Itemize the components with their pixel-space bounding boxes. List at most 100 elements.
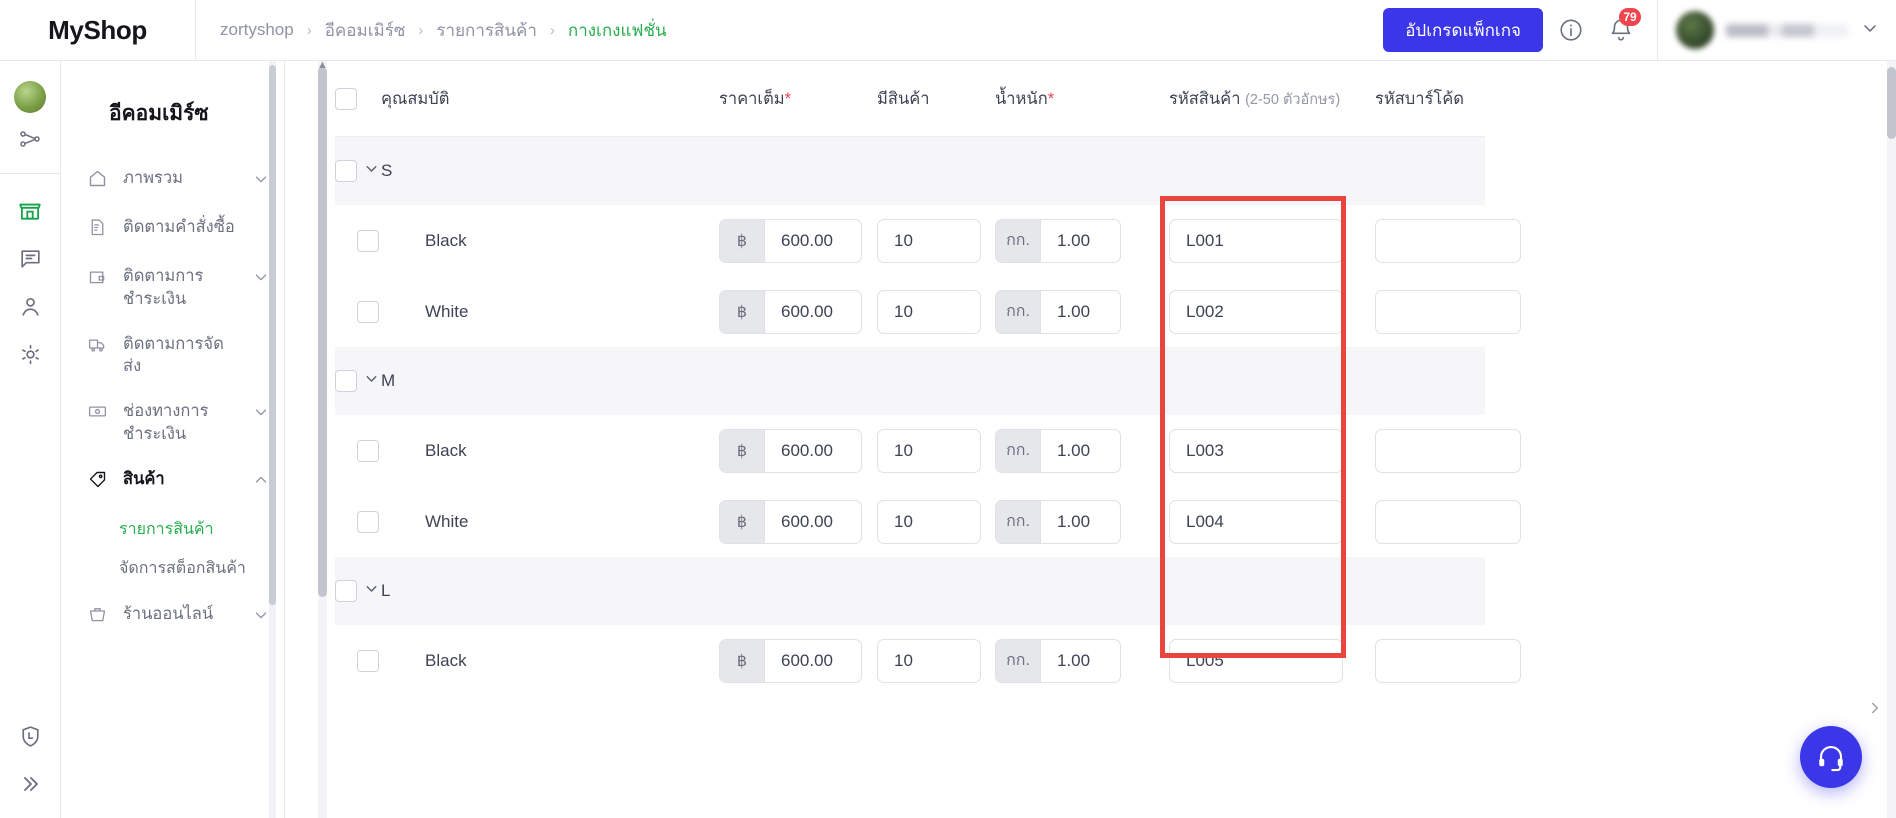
row-checkbox[interactable] [357, 510, 379, 533]
shuffle-icon[interactable] [8, 117, 52, 161]
sku-input[interactable]: L003 [1169, 428, 1343, 473]
sidebar-item-products[interactable]: สินค้า [61, 457, 284, 506]
price-input[interactable]: ฿ 600.00 [719, 638, 862, 683]
barcode-input[interactable] [1375, 638, 1521, 683]
row-checkbox[interactable] [357, 300, 379, 323]
stock-input[interactable]: 10 [877, 638, 981, 683]
column-header-sku-label: รหัสสินค้า [1169, 89, 1241, 108]
chevron-down-icon[interactable] [363, 580, 380, 602]
page-scrollbar-track[interactable] [1887, 61, 1896, 818]
barcode-input[interactable] [1375, 289, 1521, 334]
breadcrumb-separator-icon: › [549, 21, 555, 39]
info-circle-icon[interactable] [1549, 8, 1593, 52]
page-scrollbar-thumb[interactable] [1887, 67, 1896, 139]
price-value: 600.00 [781, 230, 833, 250]
weight-value: 1.00 [1057, 650, 1091, 670]
stock-cell: 10 [877, 638, 995, 683]
group-checkbox[interactable] [335, 370, 357, 392]
weight-value: 1.00 [1057, 230, 1091, 250]
group-checkbox[interactable] [335, 580, 357, 602]
variant-name: White [425, 511, 469, 531]
chevron-down-icon[interactable] [363, 370, 380, 392]
barcode-input[interactable] [1375, 428, 1521, 473]
price-value: 600.00 [781, 440, 833, 460]
sku-input[interactable]: L001 [1169, 218, 1343, 263]
sidebar-item-shipping-tracking[interactable]: ติดตามการจัดส่ง [61, 322, 284, 390]
weight-input[interactable]: กก. 1.00 [995, 218, 1121, 263]
stock-input[interactable]: 10 [877, 289, 981, 334]
weight-unit-addon: กก. [996, 290, 1041, 333]
weight-input[interactable]: กก. 1.00 [995, 428, 1121, 473]
weight-value: 1.00 [1057, 301, 1091, 321]
price-input[interactable]: ฿ 600.00 [719, 428, 862, 473]
store-icon[interactable] [8, 188, 52, 232]
chevron-down-icon[interactable] [252, 268, 270, 291]
breadcrumb-item-1[interactable]: อีคอมเมิร์ซ [325, 17, 406, 44]
sidebar-subitem-product-list[interactable]: รายการสินค้า [119, 510, 284, 549]
chevron-down-icon[interactable] [363, 160, 380, 182]
chevron-down-icon[interactable] [252, 606, 270, 629]
price-input[interactable]: ฿ 600.00 [719, 499, 862, 544]
stock-input[interactable]: 10 [877, 428, 981, 473]
sku-input[interactable]: L005 [1169, 638, 1343, 683]
user-menu[interactable] [1657, 0, 1896, 61]
expand-right-icon[interactable] [8, 762, 52, 806]
sidebar-item-payment-tracking[interactable]: ติดตามการชำระเงิน [61, 254, 284, 322]
variant-group-row: L [335, 557, 1485, 625]
barcode-input[interactable] [1375, 499, 1521, 544]
order-doc-icon [87, 217, 109, 243]
breadcrumb-item-current: กางเกงแฟชั่น [567, 20, 667, 40]
weight-input[interactable]: กก. 1.00 [995, 638, 1121, 683]
variant-name: Black [425, 650, 467, 670]
chevron-down-icon[interactable] [252, 170, 270, 193]
select-all-checkbox[interactable] [335, 87, 357, 110]
support-chat-button[interactable] [1800, 726, 1862, 788]
sidebar-item-label: สินค้า [123, 469, 165, 488]
sku-input[interactable]: L002 [1169, 289, 1343, 334]
chevron-down-icon[interactable] [252, 403, 270, 426]
column-header-weight: น้ำหนัก* [995, 86, 1169, 112]
brand-logo[interactable]: MyShop [0, 0, 196, 61]
sidebar-item-online-store[interactable]: ร้านออนไลน์ [61, 592, 284, 641]
scroll-up-arrow-icon[interactable]: ▲ [317, 61, 328, 71]
avatar[interactable] [14, 81, 46, 113]
sidebar-item-payment-channels[interactable]: ช่องทางการชำระเงิน [61, 389, 284, 457]
stock-input[interactable]: 10 [877, 218, 981, 263]
row-checkbox[interactable] [357, 439, 379, 462]
breadcrumb-item-0[interactable]: zortyshop [220, 20, 294, 40]
stock-value: 10 [894, 440, 913, 460]
group-name: M [381, 371, 396, 390]
stock-value: 10 [894, 230, 913, 250]
table-scrollbar-thumb[interactable] [318, 67, 327, 597]
shield-l-icon[interactable] [8, 714, 52, 758]
row-checkbox[interactable] [357, 229, 379, 252]
sku-input[interactable]: L004 [1169, 499, 1343, 544]
price-input[interactable]: ฿ 600.00 [719, 289, 862, 334]
chevron-right-icon[interactable] [1866, 699, 1884, 722]
chevron-up-icon[interactable] [252, 471, 270, 494]
barcode-input[interactable] [1375, 218, 1521, 263]
breadcrumb-item-2[interactable]: รายการสินค้า [436, 17, 537, 44]
person-icon[interactable] [8, 284, 52, 328]
row-checkbox[interactable] [357, 649, 379, 672]
price-cell: ฿ 600.00 [719, 638, 877, 683]
notifications-bell-button[interactable]: 79 [1599, 8, 1643, 52]
top-bar: MyShop zortyshop › อีคอมเมิร์ซ › รายการส… [0, 0, 1896, 61]
weight-input[interactable]: กก. 1.00 [995, 289, 1121, 334]
sidebar-item-overview[interactable]: ภาพรวม [61, 156, 284, 205]
weight-input[interactable]: กก. 1.00 [995, 499, 1121, 544]
variant-name-cell: Black [381, 441, 719, 461]
group-checkbox[interactable] [335, 160, 357, 182]
stock-input[interactable]: 10 [877, 499, 981, 544]
weight-unit-addon: กก. [996, 500, 1041, 543]
upgrade-package-button[interactable]: อัปเกรดแพ็กเกจ [1383, 8, 1543, 52]
chat-icon[interactable] [8, 236, 52, 280]
variant-group-row: M [335, 347, 1485, 415]
sidebar: อีคอมเมิร์ซ ภาพรวม ติดตามคำสั่งซื้อ ติดต… [61, 61, 285, 818]
sidebar-item-orders[interactable]: ติดตามคำสั่งซื้อ [61, 205, 284, 254]
sidebar-scrollbar-thumb[interactable] [269, 65, 276, 605]
price-input[interactable]: ฿ 600.00 [719, 218, 862, 263]
notification-count-badge: 79 [1619, 8, 1641, 26]
gear-icon[interactable] [8, 332, 52, 376]
sidebar-subitem-stock-management[interactable]: จัดการสต็อกสินค้า [119, 549, 284, 588]
